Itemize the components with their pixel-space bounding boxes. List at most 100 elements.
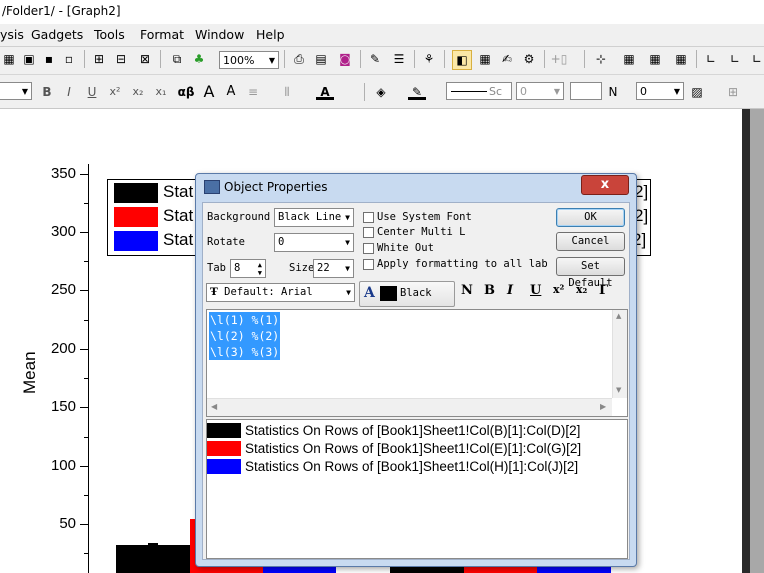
axis-icon[interactable]: ∟ (748, 50, 764, 68)
dialog-title-bar[interactable]: Object Properties x (196, 174, 636, 200)
n-select[interactable]: 0 ▼ (636, 82, 684, 100)
use-system-font-checkbox[interactable] (363, 212, 374, 223)
import-icon[interactable]: ⊞ (90, 50, 108, 68)
separator (544, 50, 545, 68)
fill-color-icon[interactable]: ◈ (372, 83, 390, 101)
print-icon[interactable]: ⎙ (290, 50, 308, 68)
y-axis-label: Mean (20, 351, 39, 394)
increase-font-button[interactable]: A (200, 83, 218, 101)
axis-box-icon[interactable]: ∟ (726, 50, 744, 68)
layers-icon[interactable]: ☰ (390, 50, 408, 68)
vertical-scrollbar[interactable]: ▲ ▼ (612, 310, 627, 398)
tab-spinner[interactable]: 8 ▲ ▼ (230, 259, 266, 278)
worksheet-icon[interactable]: ▦ (476, 50, 494, 68)
y-tick (80, 524, 88, 525)
code-builder-icon[interactable]: ✎ (366, 50, 384, 68)
size-value: 22 (317, 262, 330, 274)
cancel-button[interactable]: Cancel (556, 232, 625, 251)
font-select[interactable]: Ŧ Default: Arial ▼ (206, 283, 355, 302)
scroll-left-icon[interactable]: ◀ (211, 402, 217, 411)
italic-button[interactable]: I (60, 83, 78, 101)
import-wizard-icon[interactable]: ⊠ (136, 50, 154, 68)
menu-format[interactable]: Format (140, 27, 184, 42)
set-default-button[interactable]: Set Default (556, 257, 625, 289)
column-icon[interactable]: ⫴ (278, 83, 296, 101)
open-template-icon[interactable]: ▣ (20, 50, 38, 68)
ok-button[interactable]: OK (556, 208, 625, 227)
supersub-button[interactable]: x₁ (152, 83, 170, 101)
menu-gadgets[interactable]: Gadgets (31, 27, 83, 42)
align-icon[interactable]: ≡ (244, 83, 262, 101)
bar-black-1[interactable] (116, 545, 190, 573)
preview-text: Statistics On Rows of [Book1]Sheet1!Col(… (245, 441, 582, 456)
subscript-button[interactable]: x₂ (576, 283, 587, 296)
font-select[interactable]: ▼ (0, 82, 32, 100)
save-icon[interactable]: ▪ (40, 50, 58, 68)
duplicate-icon[interactable]: ⧉ (168, 50, 186, 68)
y-tick-label: 350 (50, 165, 76, 182)
font-color-icon: A (364, 285, 375, 301)
add-layer-icon[interactable]: +▯ (550, 50, 568, 68)
layout-2x2-icon[interactable]: ▦ (620, 50, 638, 68)
underline-button[interactable]: U (530, 283, 541, 298)
settings-icon[interactable]: ⚙ (520, 50, 538, 68)
font-color-icon[interactable]: A (316, 83, 334, 100)
italic-button[interactable]: I (507, 283, 513, 298)
superscript-button[interactable]: x² (553, 283, 564, 296)
scroll-right-icon[interactable]: ▶ (600, 402, 606, 411)
results-log-icon[interactable]: ◙ (336, 50, 354, 68)
subscript-button[interactable]: x₂ (129, 83, 147, 101)
white-out-checkbox[interactable] (363, 243, 374, 254)
error-bar (148, 543, 158, 545)
text-color-button[interactable]: A Black (359, 281, 455, 307)
normal-button[interactable]: N (461, 283, 473, 298)
close-button[interactable]: x (581, 175, 629, 195)
line-style-select[interactable]: Sc (446, 82, 512, 100)
bold-button[interactable]: B (484, 283, 495, 298)
pattern-icon[interactable]: ▨ (688, 83, 706, 101)
y-tick-label: 50 (59, 515, 76, 532)
center-multi-line-checkbox[interactable] (363, 227, 374, 238)
separator (364, 83, 365, 101)
apply-formatting-label: Apply formatting to all label (377, 258, 547, 270)
decrease-font-button[interactable]: A (222, 83, 240, 101)
use-system-font-label: Use System Font (377, 211, 472, 223)
menu-window[interactable]: Window (195, 27, 244, 42)
line-width-select[interactable]: 0 ▼ (516, 82, 564, 100)
notes-icon[interactable]: ✍ (498, 50, 516, 68)
superscript-button[interactable]: x² (106, 83, 124, 101)
recalculate-icon[interactable]: ♣ (190, 50, 208, 68)
save-template-icon[interactable]: ▫ (60, 50, 78, 68)
apply-formatting-checkbox[interactable] (363, 259, 374, 270)
page-gutter (750, 109, 764, 573)
open-icon[interactable]: ▦ (0, 50, 18, 68)
axis-l-icon[interactable]: ∟ (702, 50, 720, 68)
greek-button[interactable]: αβ (175, 83, 197, 101)
scroll-down-icon[interactable]: ▼ (616, 386, 621, 394)
preview-row: Statistics On Rows of [Book1]Sheet1!Col(… (207, 422, 627, 439)
horizontal-scrollbar[interactable]: ◀ ▶ (207, 398, 612, 416)
bold-button[interactable]: B (38, 83, 56, 101)
line-color-icon[interactable]: ✎ (408, 83, 426, 100)
menu-help[interactable]: Help (256, 27, 285, 42)
zoom-select[interactable]: 100% ▼ (219, 51, 279, 69)
layout-grid-icon[interactable]: ▦ (672, 50, 690, 68)
underline-button[interactable]: U (83, 83, 101, 101)
export-icon[interactable]: ▤ (312, 50, 330, 68)
layout-3x2-icon[interactable]: ▦ (646, 50, 664, 68)
import-multi-icon[interactable]: ⊟ (112, 50, 130, 68)
size-select[interactable]: 22 ▼ (313, 259, 354, 278)
rotate-select[interactable]: 0 ▼ (274, 233, 354, 252)
color-swatch-field[interactable] (570, 82, 602, 100)
border-icon[interactable]: ⊞ (724, 83, 742, 101)
menu-analysis[interactable]: ysis (0, 27, 24, 42)
graph-tool-icon[interactable]: ⊹ (592, 50, 610, 68)
menu-tools[interactable]: Tools (94, 27, 125, 42)
picker-icon[interactable]: ◧ (452, 50, 472, 70)
scroll-up-icon[interactable]: ▲ (616, 312, 621, 320)
greek-button[interactable]: Γ (599, 283, 608, 298)
text-edit-box[interactable]: \l(1) %(1) \l(2) %(2) \l(3) %(3) ▲ ▼ ◀ ▶ (206, 309, 628, 417)
project-explorer-icon[interactable]: ⚘ (420, 50, 438, 68)
background-select[interactable]: Black Line ▼ (274, 208, 354, 227)
background-value: Black Line (278, 211, 342, 223)
